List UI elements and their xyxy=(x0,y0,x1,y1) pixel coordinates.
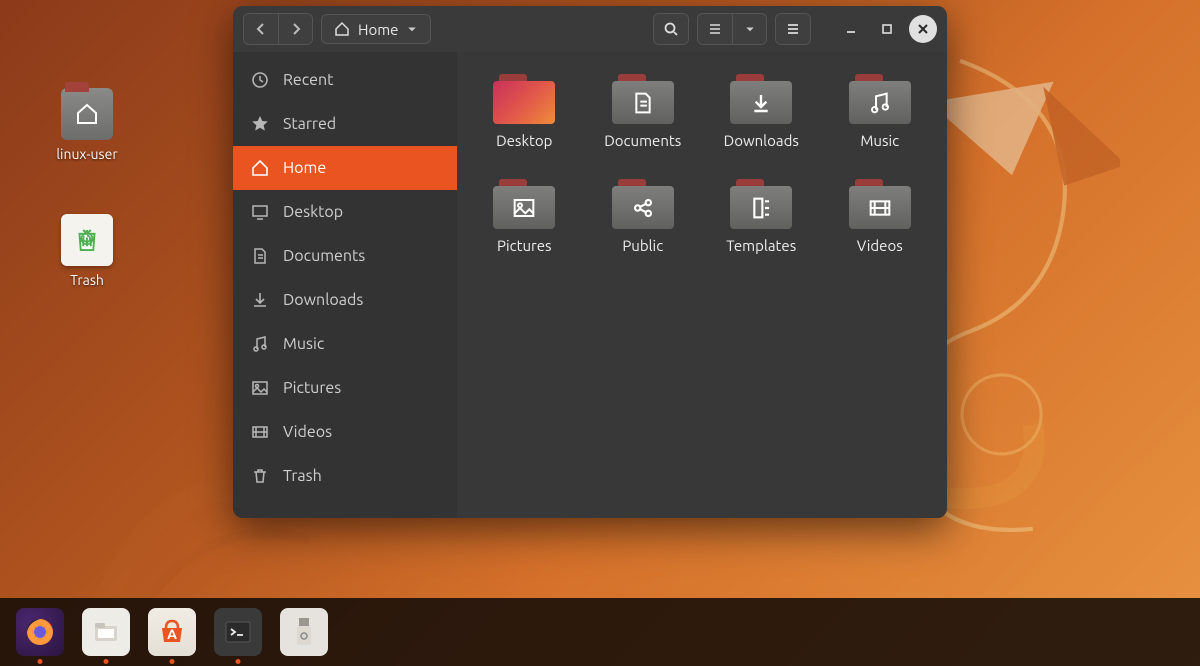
download-icon xyxy=(251,291,269,309)
folder-label: Pictures xyxy=(497,237,552,254)
folder-icon xyxy=(730,179,792,229)
folder-icon xyxy=(612,179,674,229)
star-icon xyxy=(251,115,269,133)
picture-icon xyxy=(251,379,269,397)
folder-label: Music xyxy=(860,132,899,149)
software-icon: A xyxy=(155,615,189,649)
sidebar: Recent Starred Home Desktop Documents Do… xyxy=(233,52,457,518)
sidebar-item-documents[interactable]: Documents xyxy=(233,234,457,278)
sidebar-item-label: Desktop xyxy=(283,203,343,221)
clock-icon xyxy=(251,71,269,89)
folder-label: Public xyxy=(622,237,663,254)
svg-text:A: A xyxy=(167,626,177,642)
search-button[interactable] xyxy=(654,14,688,44)
sidebar-item-trash[interactable]: Trash xyxy=(233,454,457,498)
folder-icon xyxy=(61,88,113,140)
folder-label: Videos xyxy=(857,237,903,254)
folder-icon xyxy=(730,74,792,124)
sidebar-item-label: Home xyxy=(283,159,326,177)
dock-usb[interactable] xyxy=(280,608,328,656)
folder-icon xyxy=(493,179,555,229)
path-bar[interactable]: Home xyxy=(321,14,431,44)
terminal-icon xyxy=(223,617,253,647)
sidebar-item-label: Videos xyxy=(283,423,332,441)
trash-icon xyxy=(61,214,113,266)
trash-icon xyxy=(251,467,269,485)
sidebar-item-home[interactable]: Home xyxy=(233,146,457,190)
nav-buttons xyxy=(243,13,313,45)
desktop-icon-label: linux-user xyxy=(56,146,117,162)
dock: A xyxy=(0,598,1200,666)
firefox-icon xyxy=(23,615,57,649)
document-icon xyxy=(251,247,269,265)
sidebar-item-label: Pictures xyxy=(283,379,341,397)
sidebar-item-desktop[interactable]: Desktop xyxy=(233,190,457,234)
folder-icon xyxy=(493,74,555,124)
usb-icon xyxy=(293,615,315,649)
sidebar-item-pictures[interactable]: Pictures xyxy=(233,366,457,410)
view-options-button[interactable] xyxy=(732,14,766,44)
folder-label: Documents xyxy=(604,132,681,149)
folder-label: Downloads xyxy=(724,132,799,149)
sidebar-item-music[interactable]: Music xyxy=(233,322,457,366)
maximize-button[interactable] xyxy=(873,15,901,43)
search-icon xyxy=(663,21,679,37)
folder-icon xyxy=(849,74,911,124)
sidebar-item-label: Music xyxy=(283,335,324,353)
sidebar-item-label: Documents xyxy=(283,247,365,265)
close-button[interactable] xyxy=(909,15,937,43)
folder-templates[interactable]: Templates xyxy=(706,175,817,258)
desktop-icon-trash[interactable]: Trash xyxy=(42,214,132,288)
sidebar-item-label: Downloads xyxy=(283,291,363,309)
folder-label: Desktop xyxy=(496,132,552,149)
desktop-icon-label: Trash xyxy=(70,272,104,288)
sidebar-item-starred[interactable]: Starred xyxy=(233,102,457,146)
sidebar-item-label: Recent xyxy=(283,71,333,89)
chevron-down-icon xyxy=(406,21,418,37)
sidebar-item-videos[interactable]: Videos xyxy=(233,410,457,454)
folder-desktop[interactable]: Desktop xyxy=(469,70,580,153)
desktop-icon xyxy=(251,203,269,221)
hamburger-menu-button[interactable] xyxy=(776,14,810,44)
file-manager-window: Home xyxy=(233,6,947,518)
sidebar-item-label: Trash xyxy=(283,467,322,485)
folder-videos[interactable]: Videos xyxy=(825,175,936,258)
home-icon xyxy=(251,159,269,177)
dock-files[interactable] xyxy=(82,608,130,656)
folder-icon xyxy=(612,74,674,124)
forward-button[interactable] xyxy=(278,14,312,44)
list-view-button[interactable] xyxy=(698,14,732,44)
dock-terminal[interactable] xyxy=(214,608,262,656)
menu-icon xyxy=(785,21,801,37)
path-label: Home xyxy=(358,21,398,38)
sidebar-item-downloads[interactable]: Downloads xyxy=(233,278,457,322)
video-icon xyxy=(251,423,269,441)
files-icon xyxy=(91,617,121,647)
dock-software[interactable]: A xyxy=(148,608,196,656)
chevron-down-icon xyxy=(744,21,756,37)
folder-label: Templates xyxy=(726,237,796,254)
folder-downloads[interactable]: Downloads xyxy=(706,70,817,153)
folder-public[interactable]: Public xyxy=(588,175,699,258)
minimize-button[interactable] xyxy=(837,15,865,43)
sidebar-item-label: Starred xyxy=(283,115,336,133)
music-icon xyxy=(251,335,269,353)
folder-documents[interactable]: Documents xyxy=(588,70,699,153)
folder-music[interactable]: Music xyxy=(825,70,936,153)
folder-view: Desktop Documents Downloads xyxy=(457,52,947,518)
list-icon xyxy=(707,21,723,37)
home-icon xyxy=(334,21,350,37)
desktop-icon-home-folder[interactable]: linux-user xyxy=(42,88,132,162)
sidebar-item-recent[interactable]: Recent xyxy=(233,58,457,102)
titlebar: Home xyxy=(233,6,947,52)
folder-pictures[interactable]: Pictures xyxy=(469,175,580,258)
back-button[interactable] xyxy=(244,14,278,44)
dock-firefox[interactable] xyxy=(16,608,64,656)
folder-icon xyxy=(849,179,911,229)
